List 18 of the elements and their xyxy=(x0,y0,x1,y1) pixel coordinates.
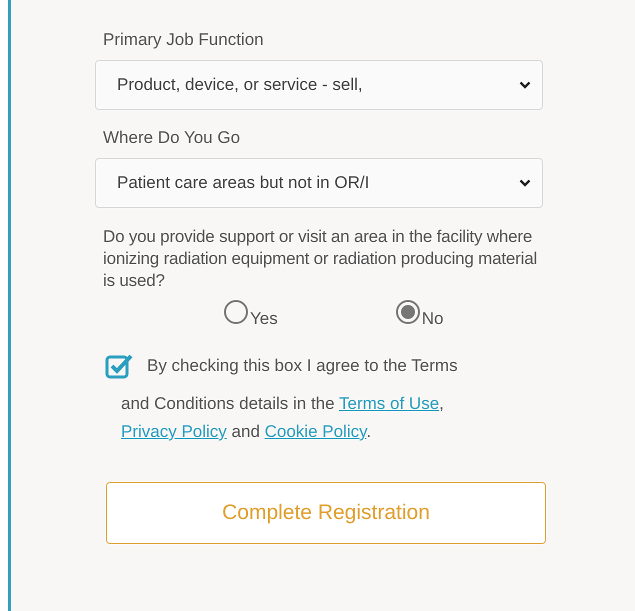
agreement-label: By checking this box I agree to the Terms xyxy=(147,356,458,376)
complete-registration-button[interactable]: Complete Registration xyxy=(106,482,546,544)
policy-link[interactable]: Terms of Use xyxy=(339,394,440,413)
caret-icon xyxy=(519,81,531,89)
question-text: Do you provide support or visit an area in the facility where ionizing radiation equipment or radiation producing material is used? xyxy=(103,226,538,292)
radio-label: Yes xyxy=(250,309,278,329)
policy-link[interactable]: Cookie Policy xyxy=(264,422,366,441)
radio-label: No xyxy=(422,309,444,329)
radio-button[interactable] xyxy=(396,300,420,324)
field-label: Where Do You Go xyxy=(103,128,242,148)
field-label: Primary Job Function xyxy=(103,30,265,50)
checkbox[interactable] xyxy=(105,352,135,380)
dropdown[interactable]: Product, device, or service - sell, xyxy=(95,60,543,110)
policy-link[interactable]: Privacy Policy xyxy=(121,422,227,441)
caret-icon xyxy=(519,179,531,187)
dropdown[interactable]: Patient care areas but not in OR/I xyxy=(95,158,543,208)
agreement-text: and Conditions details in the Terms of Use, Privacy Policy and Cookie Policy. xyxy=(121,393,445,443)
radio-button[interactable] xyxy=(224,300,248,324)
